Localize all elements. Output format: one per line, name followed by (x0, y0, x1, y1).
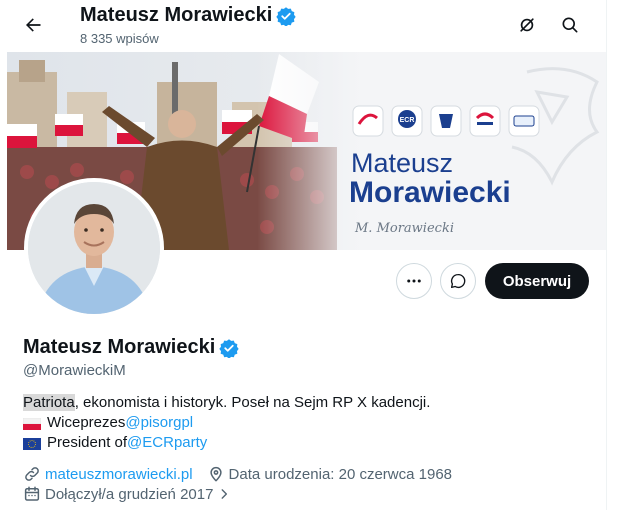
header-title: Mateusz Morawiecki (80, 4, 296, 27)
eu-flag-icon (23, 437, 41, 450)
posts-count: 8 335 wpisów (80, 31, 159, 46)
column-border (606, 0, 607, 510)
display-name: Mateusz Morawiecki (23, 336, 216, 358)
more-icon (407, 279, 421, 283)
ecrparty-link[interactable]: @ECRparty (127, 434, 207, 451)
website-item: mateuszmorawiecki.pl (23, 465, 193, 483)
bio-highlight: Patriota (23, 394, 75, 411)
header-name: Mateusz Morawiecki (80, 4, 273, 26)
chevron-right-icon (215, 485, 233, 503)
joined-item[interactable]: Dołączył/a grudzień 2017 (23, 485, 237, 503)
search-icon (562, 17, 578, 33)
bio-line-3: President of @ECRparty (23, 434, 207, 451)
bio-president-text: President of (47, 434, 128, 451)
link-icon (23, 465, 41, 483)
profile-handle: @MorawieckiM (23, 362, 126, 379)
calendar-icon (23, 485, 41, 503)
bio-role-text: Wiceprezes (47, 414, 126, 431)
bio-line-1: Patriota, ekonomista i historyk. Poseł n… (23, 394, 430, 411)
back-button[interactable] (16, 8, 50, 42)
profile-header-bar: Mateusz Morawiecki 8 335 wpisów (0, 0, 606, 52)
bio-text: , ekonomista i historyk. Poseł na Sejm R… (74, 394, 431, 411)
back-arrow-icon (26, 18, 41, 32)
verified-badge-icon (276, 6, 296, 26)
bio-line-2: Wiceprezes @pisorgpl (22, 414, 193, 431)
verified-badge-icon[interactable] (219, 338, 239, 358)
message-icon (450, 273, 466, 289)
profile-name-row: Mateusz Morawiecki (23, 336, 239, 359)
banner-signature: M. Morawiecki (354, 221, 454, 236)
birthdate-text: Data urodzenia: 20 czerwca 1968 (228, 465, 453, 483)
ecr-logo-text: ECR (400, 117, 415, 124)
poland-flag-icon (22, 417, 42, 430)
search-button[interactable] (553, 8, 587, 42)
joined-text: Dołączył/a grudzień 2017 (45, 485, 214, 503)
location-pin-icon (207, 465, 225, 483)
avatar[interactable] (24, 178, 164, 318)
follow-button[interactable]: Obserwuj (485, 263, 589, 299)
more-button[interactable] (396, 263, 432, 299)
pisorgpl-link[interactable]: @pisorgpl (125, 414, 193, 431)
profile-meta-row-2[interactable]: Dołączył/a grudzień 2017 (23, 485, 251, 503)
website-link[interactable]: mateuszmorawiecki.pl (45, 466, 193, 483)
birthdate-item: Data urodzenia: 20 czerwca 1968 (207, 465, 452, 483)
grok-button[interactable] (510, 8, 544, 42)
profile-page: Mateusz Morawiecki 8 335 wpisów ECR Mate… (0, 0, 619, 510)
banner-title-line2: Morawiecki (349, 176, 511, 209)
banner-title-line1: Mateusz (351, 148, 453, 178)
grok-icon (520, 18, 534, 32)
profile-meta-row-1: mateuszmorawiecki.pl Data urodzenia: 20 … (23, 465, 466, 483)
avatar-image (28, 182, 160, 314)
message-button[interactable] (440, 263, 476, 299)
